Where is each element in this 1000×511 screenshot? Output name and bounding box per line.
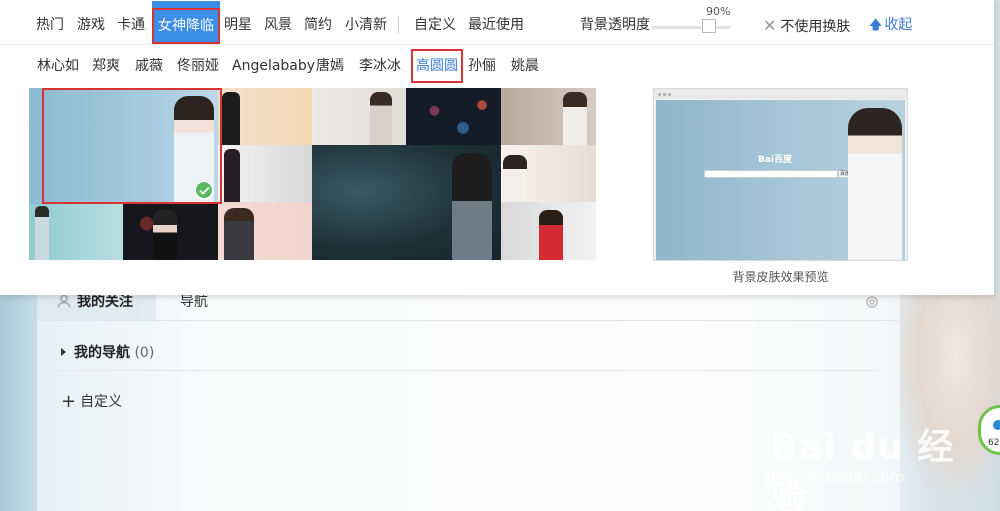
star-item[interactable]: Angelababy — [232, 46, 315, 86]
close-icon: ✕ — [763, 16, 777, 35]
star-item[interactable]: 李冰冰 — [359, 46, 401, 86]
checkmark-icon — [195, 181, 213, 199]
tab-my-follow-label: 我的关注 — [77, 294, 133, 310]
skin-thumbnail[interactable] — [123, 204, 218, 260]
preview-search-box — [704, 170, 838, 178]
category-separator — [398, 17, 399, 33]
skin-thumbnail[interactable] — [501, 145, 596, 202]
category-scenery[interactable]: 风景 — [264, 0, 292, 44]
category-hot[interactable]: 热门 — [36, 0, 64, 44]
side-badge-text: 62% — [988, 438, 1000, 448]
skin-thumbnail[interactable] — [312, 145, 501, 260]
gear-icon[interactable] — [864, 294, 880, 310]
category-stars[interactable]: 明星 — [224, 0, 252, 44]
star-item[interactable]: 戚薇 — [135, 46, 163, 86]
custom-nav-button[interactable]: + 自定义 — [61, 391, 122, 412]
user-icon — [57, 294, 71, 308]
skin-preview: Bai百度 百度一下 — [653, 88, 908, 261]
collapse-button[interactable]: 🡅 收起 — [869, 0, 912, 51]
preview-screen: Bai百度 百度一下 — [656, 100, 905, 260]
category-games[interactable]: 游戏 — [77, 0, 105, 44]
star-item[interactable]: 林心如 — [37, 46, 79, 86]
preview-logo: Bai百度 — [758, 155, 793, 165]
skin-thumbnail[interactable] — [29, 204, 123, 260]
preview-window-chrome — [654, 89, 907, 99]
opacity-slider-track[interactable] — [652, 26, 730, 29]
opacity-slider-handle[interactable] — [702, 19, 716, 33]
category-cartoon[interactable]: 卡通 — [117, 0, 145, 44]
star-bar: 林心如 郑爽 戚薇 佟丽娅 Angelababy 唐嫣 李冰冰 高圆圆 孙俪 姚… — [0, 46, 994, 86]
preview-figure — [848, 108, 902, 260]
no-skin-label: 不使用换肤 — [780, 19, 851, 35]
skin-thumbnail[interactable] — [406, 88, 501, 145]
star-item[interactable]: 唐嫣 — [316, 46, 344, 86]
my-nav-row[interactable]: 我的导航 (0) — [61, 342, 154, 362]
collapse-label: 收起 — [884, 17, 913, 33]
preview-label: 背景皮肤效果预览 — [732, 270, 829, 284]
opacity-label: 背景透明度 — [580, 17, 650, 33]
skin-thumbnail[interactable] — [218, 202, 312, 260]
category-simple[interactable]: 简约 — [304, 0, 332, 44]
skin-thumbnail[interactable] — [501, 202, 596, 260]
badge-dot-icon — [993, 420, 1000, 430]
opacity-value: 90% — [706, 5, 731, 18]
watermark: Bai du 经验 jingyan.baidu.com — [760, 400, 960, 511]
plus-icon: + — [61, 391, 77, 412]
category-bar: 热门 游戏 卡通 女神降临 明星 风景 简约 小清新 自定义 最近使用 背景透明… — [0, 0, 994, 45]
expand-triangle-icon — [61, 348, 66, 356]
my-nav-count: (0) — [134, 345, 155, 361]
my-nav-title: 我的导航 — [74, 345, 130, 361]
category-custom[interactable]: 自定义 — [414, 0, 456, 44]
divider — [57, 370, 877, 371]
skin-thumbnail[interactable] — [501, 88, 596, 145]
category-fresh[interactable]: 小清新 — [345, 0, 387, 44]
skin-thumbnail[interactable] — [218, 88, 312, 145]
skin-panel: 热门 游戏 卡通 女神降临 明星 风景 简约 小清新 自定义 最近使用 背景透明… — [0, 0, 994, 295]
star-item[interactable]: 郑爽 — [92, 46, 120, 86]
custom-nav-label: 自定义 — [80, 394, 123, 410]
skin-thumbnail[interactable] — [312, 88, 406, 145]
skin-thumbnail[interactable] — [218, 145, 312, 202]
star-item[interactable]: 佟丽娅 — [177, 46, 219, 86]
watermark-url: jingyan.baidu.com — [766, 468, 905, 486]
watermark-text: Bai du 经验 — [770, 427, 955, 511]
arrow-up-icon: 🡅 — [869, 18, 883, 33]
category-goddess[interactable]: 女神降临 — [152, 1, 220, 44]
category-recent[interactable]: 最近使用 — [468, 0, 524, 44]
star-item[interactable]: 姚晨 — [511, 46, 539, 86]
star-item[interactable]: 孙俪 — [468, 46, 496, 86]
star-item-active[interactable]: 高圆圆 — [411, 49, 463, 83]
